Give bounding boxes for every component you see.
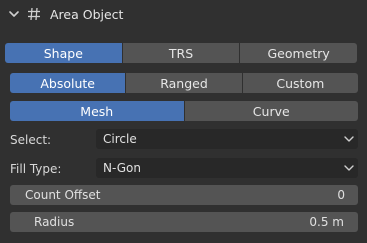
chevron-down-icon[interactable] — [8, 8, 20, 20]
count-offset-value: 0 — [337, 188, 345, 202]
tab-absolute[interactable]: Absolute — [10, 73, 126, 93]
radius-label: Radius — [34, 215, 75, 229]
tab-curve[interactable]: Curve — [183, 101, 358, 121]
main-tab-bar: Shape TRS Geometry — [5, 43, 357, 63]
fill-type-dropdown[interactable]: N-Gon — [96, 158, 358, 178]
tab-trs[interactable]: TRS — [121, 43, 240, 63]
source-tab-bar: Mesh Curve — [10, 101, 358, 121]
tab-shape[interactable]: Shape — [5, 43, 122, 63]
radius-value: 0.5 m — [309, 215, 344, 229]
select-dropdown[interactable]: Circle — [96, 129, 358, 149]
chevron-down-icon — [344, 165, 354, 171]
panel-header[interactable]: Area Object — [0, 0, 367, 30]
select-label: Select: — [10, 133, 52, 147]
tab-mesh[interactable]: Mesh — [10, 101, 184, 121]
chevron-down-icon — [344, 136, 354, 142]
tab-ranged[interactable]: Ranged — [125, 73, 242, 93]
panel-title: Area Object — [50, 7, 124, 22]
count-offset-field[interactable]: Count Offset 0 — [10, 185, 358, 205]
tab-geometry[interactable]: Geometry — [239, 43, 357, 63]
radius-field[interactable]: Radius 0.5 m — [10, 212, 358, 232]
count-offset-label: Count Offset — [25, 188, 101, 202]
hash-icon — [28, 7, 40, 21]
fill-type-value: N-Gon — [103, 161, 141, 175]
tab-custom[interactable]: Custom — [241, 73, 358, 93]
fill-type-label: Fill Type: — [10, 162, 62, 176]
mode-tab-bar: Absolute Ranged Custom — [10, 73, 358, 93]
select-value: Circle — [103, 132, 137, 146]
